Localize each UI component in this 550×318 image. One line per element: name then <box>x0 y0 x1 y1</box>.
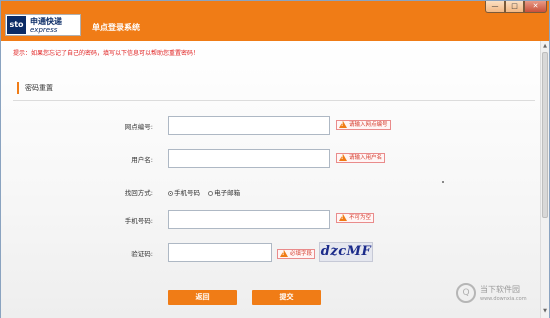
close-button[interactable]: ✕ <box>524 1 547 13</box>
radio-email-label: 电子邮箱 <box>214 189 241 197</box>
section-accent-bar <box>17 82 19 94</box>
captcha-input[interactable] <box>168 243 272 262</box>
sto-logo: sto 申通快递 express <box>5 14 81 36</box>
radio-option-phone[interactable]: 手机号码 <box>168 189 202 197</box>
radio-phone-label: 手机号码 <box>174 189 200 197</box>
minimize-button[interactable]: — <box>485 1 505 13</box>
branch-code-tip-text: 请输入网点编号 <box>349 122 388 128</box>
radio-option-email[interactable]: 电子邮箱 <box>208 189 240 197</box>
username-input[interactable] <box>168 149 330 168</box>
radio-phone-checked[interactable] <box>168 190 173 196</box>
cursor-dot <box>442 181 444 183</box>
submit-button[interactable]: 提交 <box>252 290 321 305</box>
branch-code-label: 网点编号: <box>124 123 153 131</box>
radio-email[interactable] <box>208 190 214 196</box>
captcha-tip: ! 必填字段 <box>277 249 316 259</box>
app-window: sto 申通快递 express 单点登录系统 — □ ✕ 提示：如果您忘记了自… <box>0 0 550 318</box>
phone-tip: ! 不可为空 <box>336 213 375 223</box>
captcha-image[interactable]: dzcMF <box>319 242 373 262</box>
main-content: 提示：如果您忘记了自己的密码，填写以下信息可以帮助您重置密码！ 密码重置 <box>1 41 540 318</box>
scroll-down-icon[interactable]: ▼ <box>541 307 549 316</box>
phone-input[interactable] <box>168 210 330 229</box>
app-title: 单点登录系统 <box>92 23 140 32</box>
scroll-thumb[interactable] <box>542 52 548 218</box>
watermark-text-cn: 当下软件园 <box>480 285 520 294</box>
captcha-label: 验证码: <box>131 250 153 258</box>
title-bar: sto 申通快递 express 单点登录系统 — □ ✕ <box>1 1 549 41</box>
recover-method-label: 找回方式: <box>124 189 153 197</box>
watermark-logo-icon: Q <box>456 283 476 303</box>
phone-tip-text: 不可为空 <box>349 215 372 221</box>
username-tip: ! 请输入用户名 <box>336 153 386 163</box>
recover-method-options: 手机号码 电子邮箱 <box>168 187 246 197</box>
section-title: 密码重置 <box>25 84 53 92</box>
section-divider <box>13 100 535 101</box>
reset-hint: 提示：如果您忘记了自己的密码，填写以下信息可以帮助您重置密码！ <box>13 50 200 57</box>
username-tip-text: 请输入用户名 <box>349 155 383 161</box>
watermark: Q 当下软件园 www.downxia.com <box>456 281 538 311</box>
vertical-scrollbar[interactable]: ▲ ▼ <box>540 41 549 318</box>
branch-code-input[interactable] <box>168 116 330 135</box>
back-button[interactable]: 返回 <box>168 290 237 305</box>
watermark-text-en: www.downxia.com <box>480 296 527 302</box>
logo-name-en: express <box>30 26 58 34</box>
username-label: 用户名: <box>131 156 153 164</box>
scroll-up-icon[interactable]: ▲ <box>541 42 549 51</box>
captcha-tip-text: 必填字段 <box>290 251 313 257</box>
logo-mark: sto <box>7 16 26 34</box>
branch-code-tip: ! 请输入网点编号 <box>336 120 391 130</box>
maximize-button[interactable]: □ <box>505 1 524 13</box>
phone-label: 手机号码: <box>124 217 153 225</box>
